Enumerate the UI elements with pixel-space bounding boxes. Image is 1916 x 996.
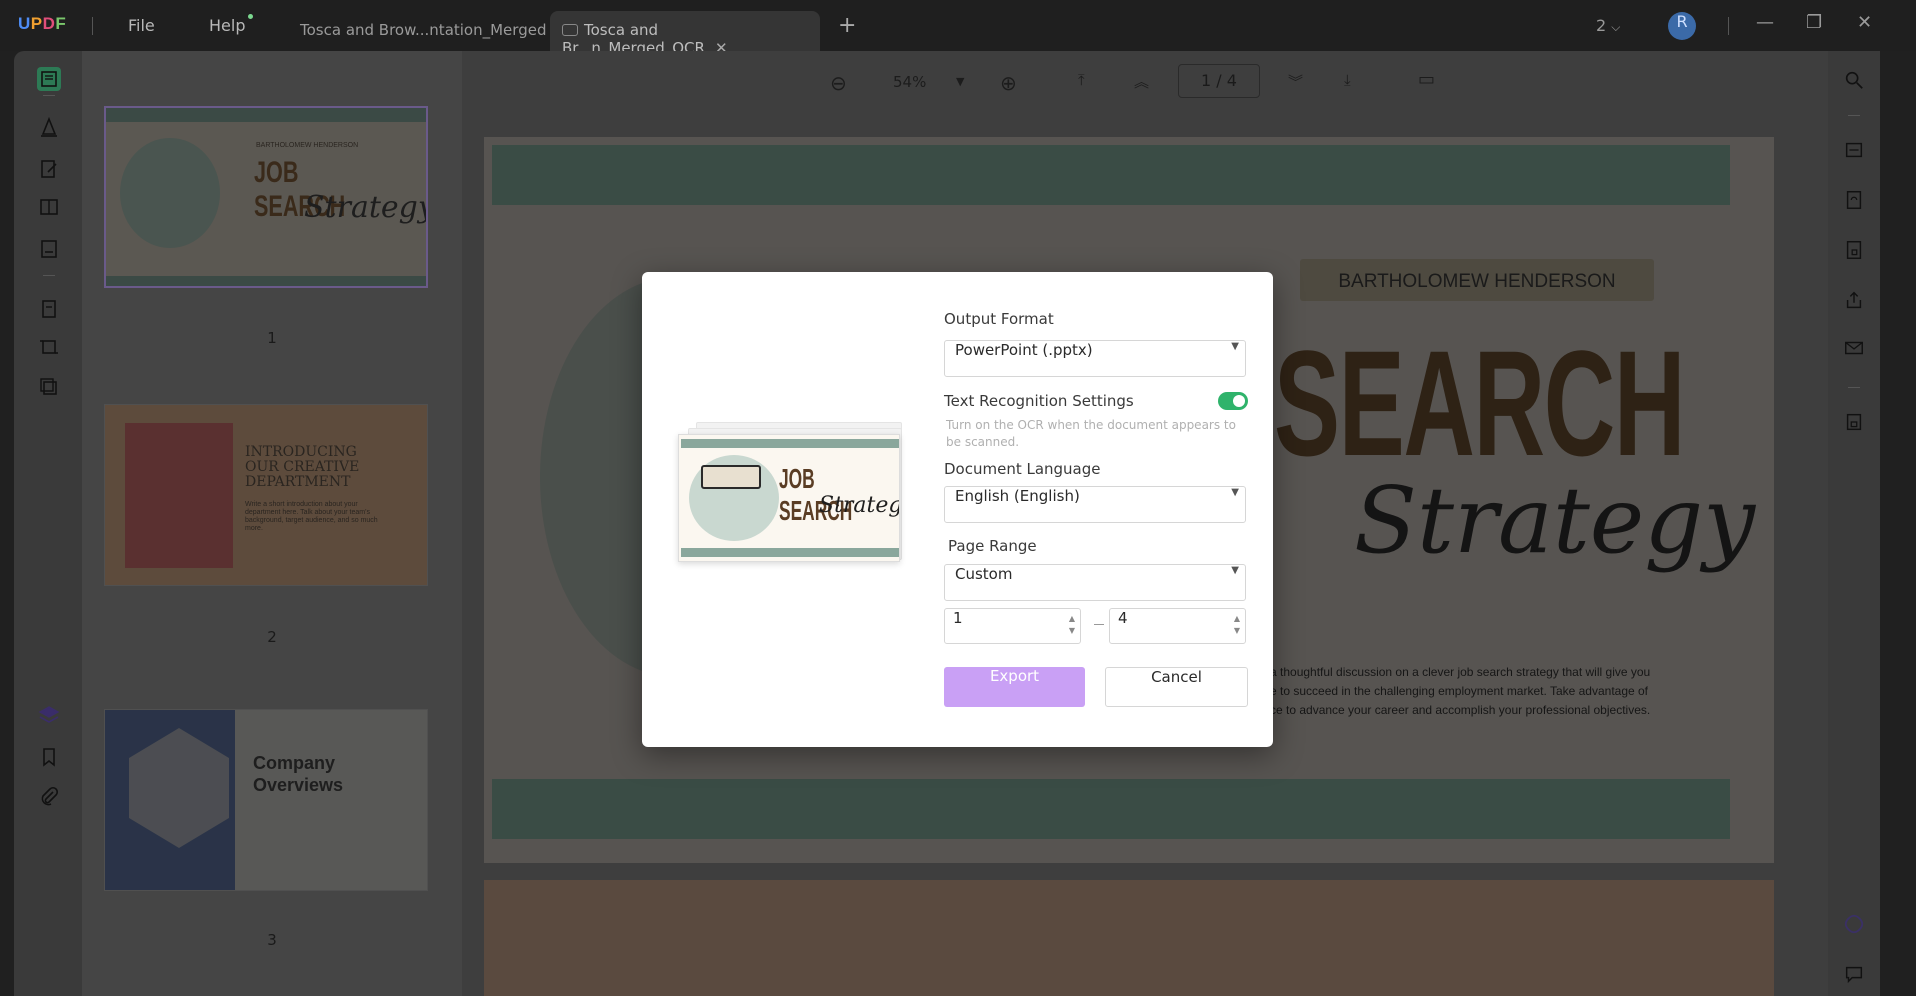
window-count-value: 2 [1596, 16, 1607, 35]
minimize-icon[interactable]: — [1756, 12, 1774, 33]
page-range-label: Page Range [948, 537, 1037, 555]
divider [92, 17, 93, 35]
ocr-toggle[interactable] [1218, 392, 1248, 410]
output-format-select[interactable]: PowerPoint (.pptx) ▼ [944, 340, 1246, 377]
range-from-value: 1 [953, 609, 963, 627]
caret-down-icon: ▼ [1231, 341, 1239, 352]
title-bar: UPDF File Help Tosca and Brow...ntation_… [0, 0, 1916, 57]
export-button[interactable]: Export [944, 667, 1085, 707]
new-tab-icon[interactable]: + [838, 13, 856, 38]
chevron-down-icon: ⌵ [1611, 20, 1621, 34]
notification-dot [248, 14, 253, 19]
restore-icon[interactable]: ❐ [1806, 12, 1822, 33]
cancel-button[interactable]: Cancel [1105, 667, 1248, 707]
preview-band [681, 439, 899, 448]
preview-page: JOB SEARCH Strategy [678, 434, 900, 562]
page-range-select[interactable]: Custom ▼ [944, 564, 1246, 601]
language-value: English (English) [955, 487, 1080, 505]
document-preview: JOB SEARCH Strategy [678, 422, 902, 564]
tab-document-ocr[interactable]: Tosca and Br...n_Merged_OCR ✕ [550, 11, 820, 57]
preview-subtitle: Strategy [819, 493, 899, 518]
caret-down-icon: ▼ [1231, 487, 1239, 498]
updf-logo: UPDF [18, 14, 67, 33]
divider [1728, 17, 1729, 35]
ocr-hint: Turn on the OCR when the document appear… [946, 418, 1236, 449]
menu-help[interactable]: Help [209, 16, 245, 35]
tab-document-merged[interactable]: Tosca and Brow...ntation_Merged [288, 11, 558, 51]
stepper-arrows-icon[interactable]: ▲ ▼ [1069, 613, 1075, 637]
close-window-icon[interactable]: ✕ [1857, 12, 1872, 33]
preview-monitor [701, 465, 761, 489]
range-to-input[interactable]: 4 ▲ ▼ [1109, 608, 1246, 644]
window-count[interactable]: 2 ⌵ [1596, 16, 1620, 35]
range-from-input[interactable]: 1 ▲ ▼ [944, 608, 1081, 644]
range-to-value: 4 [1118, 609, 1128, 627]
output-format-label: Output Format [944, 310, 1054, 328]
ocr-icon [562, 24, 578, 36]
document-language-label: Document Language [944, 460, 1101, 478]
page-range-value: Custom [955, 565, 1013, 583]
tab-label: Tosca and Brow...ntation_Merged [300, 21, 547, 39]
output-format-value: PowerPoint (.pptx) [955, 341, 1093, 359]
caret-down-icon: ▼ [1231, 565, 1239, 576]
preview-band [681, 548, 899, 557]
range-separator [1094, 624, 1104, 625]
stepper-arrows-icon[interactable]: ▲ ▼ [1234, 613, 1240, 637]
menu-file[interactable]: File [128, 16, 155, 35]
avatar[interactable]: R [1668, 12, 1696, 40]
export-ocr-dialog: JOB SEARCH Strategy Output Format PowerP… [642, 272, 1273, 747]
text-recognition-label: Text Recognition Settings [944, 392, 1134, 410]
document-language-select[interactable]: English (English) ▼ [944, 486, 1246, 523]
